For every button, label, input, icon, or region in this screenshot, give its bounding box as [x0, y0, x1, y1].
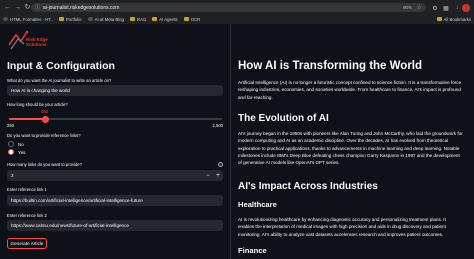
bookmark-meta-blog[interactable]: AI at Meta Blog: [87, 16, 124, 22]
download-icon[interactable]: ↓: [453, 4, 461, 12]
bookmark-label: RAG: [136, 16, 147, 22]
browser-chrome: ← → ↻ ⓘ ai-journalist.riskedgesolutions.…: [0, 0, 474, 24]
count-value[interactable]: 2: [11, 173, 14, 178]
bookmark-rag[interactable]: RAG: [129, 16, 147, 22]
folder-icon: [152, 17, 158, 21]
bookmark-ocr[interactable]: OCR: [183, 16, 201, 22]
count-number-input[interactable]: 2 − +: [7, 170, 223, 181]
extensions-icon[interactable]: ⚙: [431, 4, 439, 12]
folder-icon: [183, 17, 189, 21]
increment-button[interactable]: +: [213, 170, 223, 181]
length-slider-value: 650: [41, 109, 48, 114]
topic-label: What do you want the AI journalist to wr…: [7, 78, 112, 83]
bookmark-label: Portfolio: [65, 16, 82, 22]
forward-icon[interactable]: →: [13, 3, 22, 12]
back-icon[interactable]: ←: [3, 3, 12, 12]
globe-icon: [3, 17, 8, 21]
bookmark-label: AI at Meta Blog: [94, 16, 124, 22]
refs-option-yes[interactable]: Yes: [8, 149, 25, 155]
link2-label: Enter reference link 2: [7, 213, 47, 218]
all-bookmarks-label: All Bookmarks: [443, 16, 471, 22]
url-omnibox[interactable]: ⓘ ai-journalist.riskedgesolutions.com 90…: [31, 3, 426, 12]
bookmarks-bar: HTML Formatter - HT.. Portfolio AI at Me…: [0, 14, 474, 24]
address-bar-row: ← → ↻ ⓘ ai-journalist.riskedgesolutions.…: [3, 2, 473, 13]
bookmark-label: OCR: [190, 16, 201, 22]
length-slider-max: 2,500: [212, 123, 223, 128]
article-intro: Artificial Intelligence (AI) is no longe…: [238, 80, 462, 100]
meta-icon: [87, 17, 93, 21]
bookmark-label: AI Agents: [159, 16, 178, 22]
bookmark-ai-agents[interactable]: AI Agents: [152, 16, 178, 22]
folder-icon: [129, 17, 135, 21]
section-heading-evolution: The Evolution of AI: [238, 113, 329, 124]
count-label: How many links do you want to provide?: [7, 162, 82, 167]
link2-input[interactable]: https://www.calmu.edu/news/future-of-art…: [7, 220, 223, 231]
profile-avatar[interactable]: [462, 4, 470, 12]
site-info-icon[interactable]: ⓘ: [35, 4, 40, 11]
input-panel: Risk Edge Solutions Input & Configuratio…: [0, 24, 230, 259]
article-panel: How AI is Transforming the World Artific…: [231, 24, 474, 259]
panel-heading: Input & Configuration: [7, 60, 115, 72]
link1-input[interactable]: https://builtin.com/artificial-intellige…: [7, 195, 223, 206]
length-slider[interactable]: [9, 115, 222, 123]
folder-icon: [58, 17, 64, 21]
subsection-text-healthcare: AI is revolutionizing healthcare by enha…: [238, 217, 446, 237]
bookmark-html-formatter[interactable]: HTML Formatter - HT..: [3, 17, 53, 22]
radio-yes-icon[interactable]: [8, 149, 14, 155]
bookmark-label: HTML Formatter - HT..: [10, 16, 53, 22]
bookmark-star-icon[interactable]: ☆: [417, 4, 422, 11]
logo-line2: Solutions: [26, 42, 47, 47]
all-bookmarks[interactable]: All Bookmarks: [436, 14, 471, 24]
zoom-level[interactable]: 90%: [403, 5, 412, 10]
bookmark-portfolio[interactable]: Portfolio: [58, 16, 82, 22]
section-text-evolution: AI's journey began in the 1950s with pio…: [238, 131, 463, 166]
url-text[interactable]: ai-journalist.riskedgesolutions.com: [43, 5, 119, 11]
generate-article-button[interactable]: Generate Article: [7, 238, 47, 249]
length-slider-handle[interactable]: [42, 115, 49, 123]
decrement-button[interactable]: −: [203, 170, 213, 181]
radio-no-icon[interactable]: [8, 141, 14, 147]
length-slider-min: 250: [7, 123, 14, 128]
topic-input[interactable]: How AI is changing the world: [7, 85, 223, 96]
length-slider-fill: [9, 118, 45, 120]
section-heading-impact: AI's Impact Across Industries: [238, 181, 378, 192]
link1-label: Enter reference link 1: [7, 187, 47, 192]
refs-option-yes-label: Yes: [18, 149, 26, 155]
help-icon[interactable]: ?: [218, 162, 223, 167]
refs-option-no[interactable]: No: [8, 141, 24, 147]
puzzle-icon[interactable]: ▦: [442, 4, 450, 12]
subsection-heading-healthcare: Healthcare: [238, 200, 277, 209]
refs-option-no-label: No: [18, 141, 24, 147]
subsection-heading-finance: Finance: [238, 246, 267, 255]
folder-icon: [436, 17, 442, 21]
length-label: How long should be your article?: [7, 102, 68, 107]
refs-label: Do you want to provide reference links?: [7, 133, 81, 138]
article-title: How AI is Transforming the World: [238, 60, 423, 72]
